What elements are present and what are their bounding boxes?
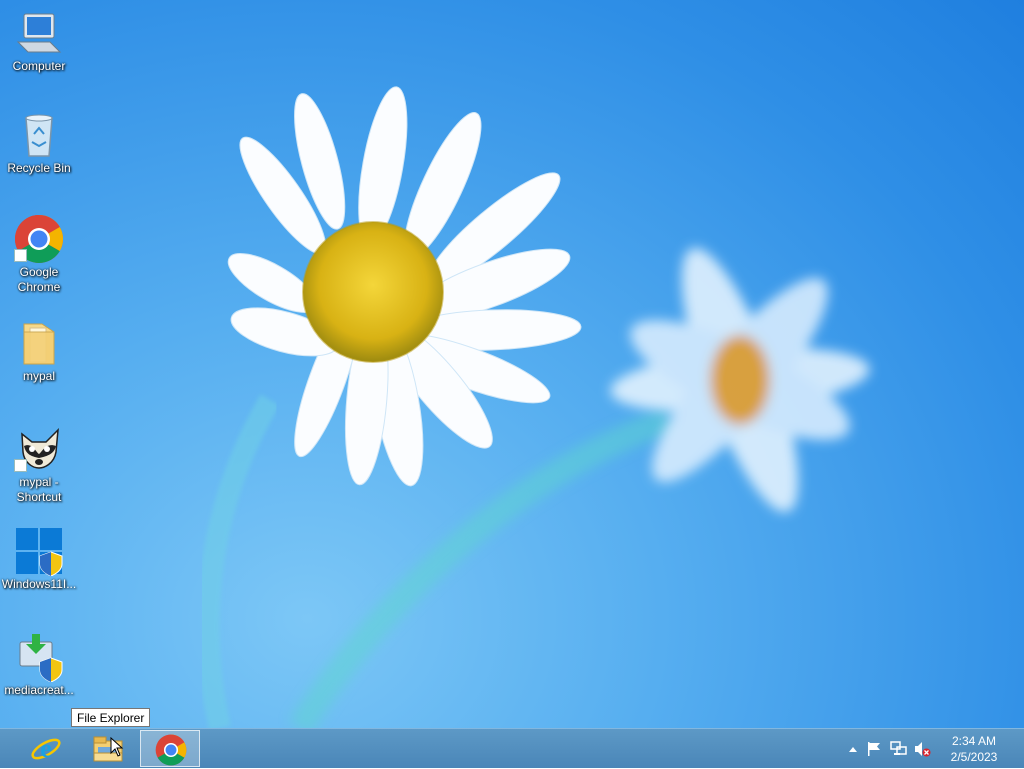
desktop-icon-label: Windows11I... xyxy=(1,577,77,591)
desktop-icon-label: mypal - Shortcut xyxy=(16,475,62,504)
mouse-cursor-icon xyxy=(110,737,124,757)
file-explorer-tooltip: File Explorer xyxy=(71,708,151,727)
shortcut-arrow-icon xyxy=(14,249,27,262)
taskbar-internet-explorer-button[interactable]: e xyxy=(16,730,76,767)
taskbar-file-explorer-button[interactable] xyxy=(78,730,138,767)
desktop-icon-google-chrome[interactable]: Google Chrome xyxy=(0,214,78,295)
network-icon[interactable] xyxy=(889,740,907,758)
recycle-bin-icon xyxy=(14,110,64,160)
desktop-icon-mypal-shortcut[interactable]: mypal - Shortcut xyxy=(0,424,78,505)
show-hidden-icons-chevron[interactable] xyxy=(844,740,862,758)
internet-explorer-icon: e xyxy=(31,734,61,763)
desktop-icon-mypal-folder[interactable]: mypal xyxy=(0,318,78,384)
desktop-icon-computer[interactable]: Computer xyxy=(0,8,78,74)
clock-time: 2:34 AM xyxy=(951,734,997,748)
taskbar: e 2:34 AM 2/5/2023 xyxy=(0,728,1024,768)
google-chrome-icon xyxy=(14,214,64,264)
windows-logo-shield-icon xyxy=(14,526,64,577)
computer-icon xyxy=(14,8,64,58)
action-center-flag-icon[interactable] xyxy=(865,740,883,758)
clock[interactable]: 2:34 AM 2/5/2023 xyxy=(942,733,1006,765)
wallpaper-image xyxy=(197,86,870,728)
folder-icon xyxy=(14,318,64,368)
volume-muted-icon[interactable] xyxy=(913,740,931,758)
media-creation-icon xyxy=(14,632,64,683)
system-tray xyxy=(840,729,940,769)
desktop-icon-recycle-bin[interactable]: Recycle Bin xyxy=(0,110,78,176)
desktop-icon-label: mypal xyxy=(22,369,55,383)
desktop-icon-label: Recycle Bin xyxy=(7,161,71,175)
desktop-icon-label: Computer xyxy=(12,59,66,73)
taskbar-chrome-button[interactable] xyxy=(140,730,200,767)
desktop[interactable]: Computer Recycle Bin Google Chrome mypal… xyxy=(0,0,1024,728)
chrome-icon xyxy=(155,734,187,766)
shortcut-arrow-icon xyxy=(14,459,27,472)
clock-date: 2/5/2023 xyxy=(950,750,998,764)
svg-text:e: e xyxy=(40,734,52,763)
desktop-icon-label: mediacreat... xyxy=(4,683,74,697)
desktop-icon-media-creation-tool[interactable]: mediacreat... xyxy=(0,632,78,698)
desktop-icon-windows11-installer[interactable]: Windows11I... xyxy=(0,526,78,592)
raccoon-icon xyxy=(14,424,64,474)
desktop-icon-label: Google Chrome xyxy=(17,265,61,294)
